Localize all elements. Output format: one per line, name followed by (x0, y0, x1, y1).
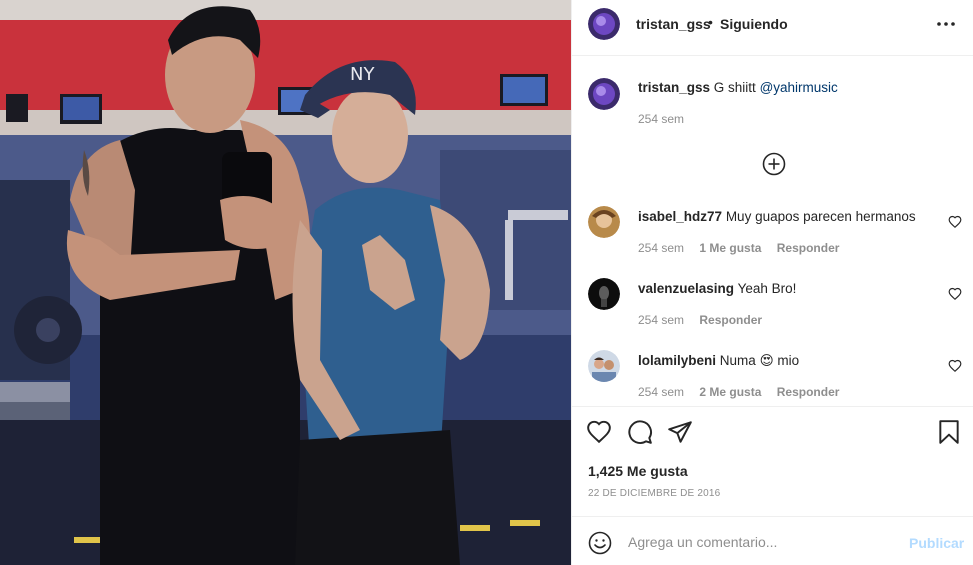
likes-count[interactable]: 1,425 Me gusta (588, 463, 688, 479)
more-options-icon[interactable] (934, 14, 958, 34)
comment-text: isabel_hdz77 Muy guapos parecen hermanos (638, 209, 916, 224)
post-details-panel: tristan_gss • Siguiendo tristan_gss G sh… (571, 0, 973, 565)
header-separator: • (708, 14, 713, 30)
comment-time[interactable]: 254 sem (638, 385, 684, 399)
comment-username[interactable]: isabel_hdz77 (638, 209, 722, 224)
caption-avatar[interactable] (588, 78, 620, 110)
caption-text: tristan_gss G shiitt @yahirmusic (638, 80, 838, 95)
reply-button[interactable]: Responder (699, 313, 762, 327)
comment-meta: 254 sem Responder (638, 313, 774, 327)
comment-text: lolamilybeni Numa 😍 mio (638, 353, 799, 369)
comment-body: Numa (719, 353, 756, 368)
comment-time[interactable]: 254 sem (638, 241, 684, 255)
heart-icon[interactable] (948, 287, 962, 301)
emoji-icon[interactable] (588, 531, 612, 555)
post-photo[interactable]: NY (0, 0, 571, 565)
caption-time[interactable]: 254 sem (638, 112, 684, 126)
comment-body-end: mio (777, 353, 800, 368)
commenter-avatar[interactable] (588, 278, 620, 310)
following-button[interactable]: Siguiendo (720, 16, 788, 32)
post-date[interactable]: 22 DE DICIEMBRE DE 2016 (588, 488, 720, 499)
share-icon[interactable] (667, 419, 693, 445)
plus-circle-icon[interactable] (762, 152, 786, 176)
reply-button[interactable]: Responder (777, 385, 840, 399)
caption-body: G shiitt (713, 80, 756, 95)
post-header: tristan_gss • Siguiendo (572, 0, 973, 56)
comment-input[interactable] (628, 531, 898, 553)
add-comment-bar: Publicar (572, 516, 973, 565)
heart-eyes-emoji: 😍 (759, 353, 774, 369)
comment-username[interactable]: valenzuelasing (638, 281, 734, 296)
heart-icon[interactable] (948, 359, 962, 373)
comment-likes[interactable]: 2 Me gusta (699, 385, 761, 399)
caption-mention-link[interactable]: @yahirmusic (760, 80, 838, 95)
comments-section: tristan_gss G shiitt @yahirmusic 254 sem… (572, 56, 973, 406)
comment-time[interactable]: 254 sem (638, 313, 684, 327)
comment-body: Yeah Bro! (737, 281, 797, 296)
reply-button[interactable]: Responder (777, 241, 840, 255)
comment-body: Muy guapos parecen hermanos (725, 209, 916, 224)
comment-likes[interactable]: 1 Me gusta (699, 241, 761, 255)
caption-username[interactable]: tristan_gss (638, 80, 710, 95)
publish-button[interactable]: Publicar (909, 535, 964, 551)
comment-icon[interactable] (627, 419, 653, 445)
comment-meta: 254 sem 2 Me gusta Responder (638, 385, 851, 399)
heart-icon[interactable] (586, 419, 612, 445)
caption-meta: 254 sem (638, 112, 696, 126)
comment-username[interactable]: lolamilybeni (638, 353, 716, 368)
commenter-avatar[interactable] (588, 350, 620, 382)
comment-text: valenzuelasing Yeah Bro! (638, 281, 796, 296)
author-avatar[interactable] (588, 8, 620, 40)
heart-icon[interactable] (948, 215, 962, 229)
svg-text:NY: NY (350, 64, 375, 85)
gym-selfie-image: NY (0, 0, 571, 565)
post-actions: 1,425 Me gusta 22 DE DICIEMBRE DE 2016 (572, 406, 973, 516)
comment-meta: 254 sem 1 Me gusta Responder (638, 241, 851, 255)
bookmark-icon[interactable] (936, 419, 962, 445)
author-username[interactable]: tristan_gss (636, 16, 711, 32)
commenter-avatar[interactable] (588, 206, 620, 238)
